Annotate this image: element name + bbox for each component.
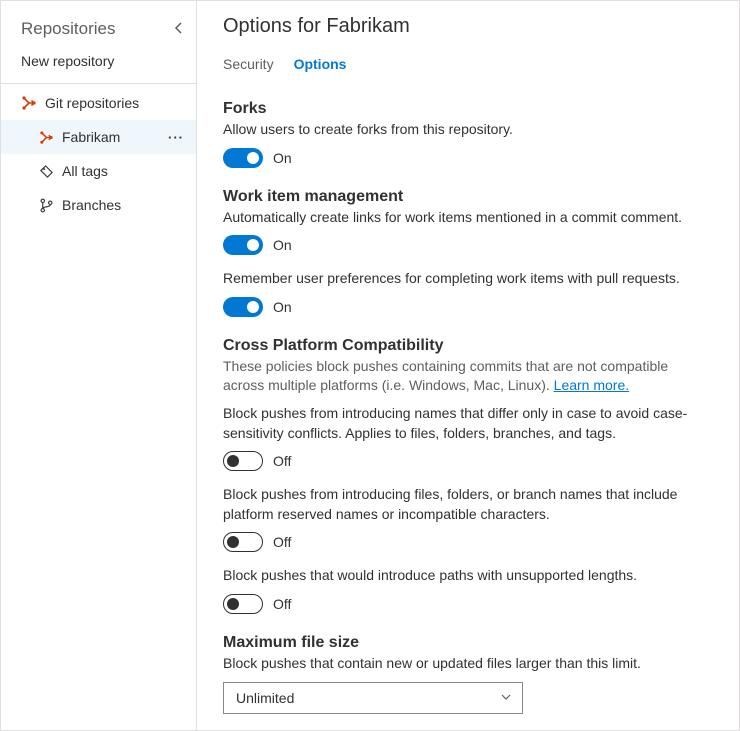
path-length-toggle[interactable] xyxy=(223,594,263,614)
sidebar-item-label: All tags xyxy=(62,163,188,179)
tree-root-label: Git repositories xyxy=(45,95,188,111)
work-item-prefs-toggle[interactable] xyxy=(223,297,263,317)
work-item-heading: Work item management xyxy=(223,188,713,206)
repo-icon xyxy=(21,95,37,111)
repo-icon xyxy=(39,130,54,145)
sidebar-item-label: Fabrikam xyxy=(62,129,160,145)
reserved-names-desc: Block pushes from introducing files, fol… xyxy=(223,485,713,524)
sidebar-item-branches[interactable]: Branches xyxy=(1,188,196,222)
forks-description: Allow users to create forks from this re… xyxy=(223,120,713,140)
path-length-toggle-label: Off xyxy=(273,596,291,612)
max-file-desc: Block pushes that contain new or updated… xyxy=(223,654,713,674)
cross-platform-heading: Cross Platform Compatibility xyxy=(223,337,713,355)
case-sensitivity-toggle[interactable] xyxy=(223,451,263,471)
cross-platform-intro: These policies block pushes containing c… xyxy=(223,357,713,396)
reserved-names-toggle[interactable] xyxy=(223,532,263,552)
forks-toggle-label: On xyxy=(273,150,292,166)
main-content: Options for Fabrikam Security Options Fo… xyxy=(197,1,739,730)
tabs: Security Options xyxy=(223,56,713,76)
learn-more-link[interactable]: Learn more. xyxy=(554,377,629,393)
case-sensitivity-toggle-label: Off xyxy=(273,453,291,469)
sidebar-item-label: Branches xyxy=(62,197,188,213)
max-file-heading: Maximum file size xyxy=(223,634,713,652)
sidebar-item-fabrikam[interactable]: Fabrikam ··· xyxy=(1,120,196,154)
branch-icon xyxy=(39,198,54,213)
divider xyxy=(1,83,196,84)
max-file-size-select[interactable]: Unlimited xyxy=(223,682,523,714)
more-options-icon[interactable]: ··· xyxy=(168,130,188,145)
page-title: Options for Fabrikam xyxy=(223,15,713,38)
max-file-size-selected-value: Unlimited xyxy=(236,690,294,706)
work-item-links-toggle[interactable] xyxy=(223,235,263,255)
reserved-names-toggle-label: Off xyxy=(273,534,291,550)
forks-toggle[interactable] xyxy=(223,148,263,168)
forks-heading: Forks xyxy=(223,100,713,118)
tab-options[interactable]: Options xyxy=(294,56,347,76)
sidebar: Repositories New repository Git reposito… xyxy=(1,1,197,730)
tag-icon xyxy=(39,164,54,179)
case-sensitivity-desc: Block pushes from introducing names that… xyxy=(223,404,713,443)
sidebar-item-all-tags[interactable]: All tags xyxy=(1,154,196,188)
tree-root-git-repositories[interactable]: Git repositories xyxy=(1,86,196,120)
work-item-desc-1: Automatically create links for work item… xyxy=(223,208,713,228)
work-item-links-toggle-label: On xyxy=(273,237,292,253)
tab-security[interactable]: Security xyxy=(223,56,274,76)
new-repository-link[interactable]: New repository xyxy=(1,45,196,83)
path-length-desc: Block pushes that would introduce paths … xyxy=(223,566,713,586)
work-item-prefs-toggle-label: On xyxy=(273,299,292,315)
collapse-sidebar-icon[interactable] xyxy=(174,21,184,37)
work-item-desc-2: Remember user preferences for completing… xyxy=(223,269,713,289)
sidebar-title: Repositories xyxy=(21,19,116,39)
chevron-down-icon xyxy=(500,690,512,706)
